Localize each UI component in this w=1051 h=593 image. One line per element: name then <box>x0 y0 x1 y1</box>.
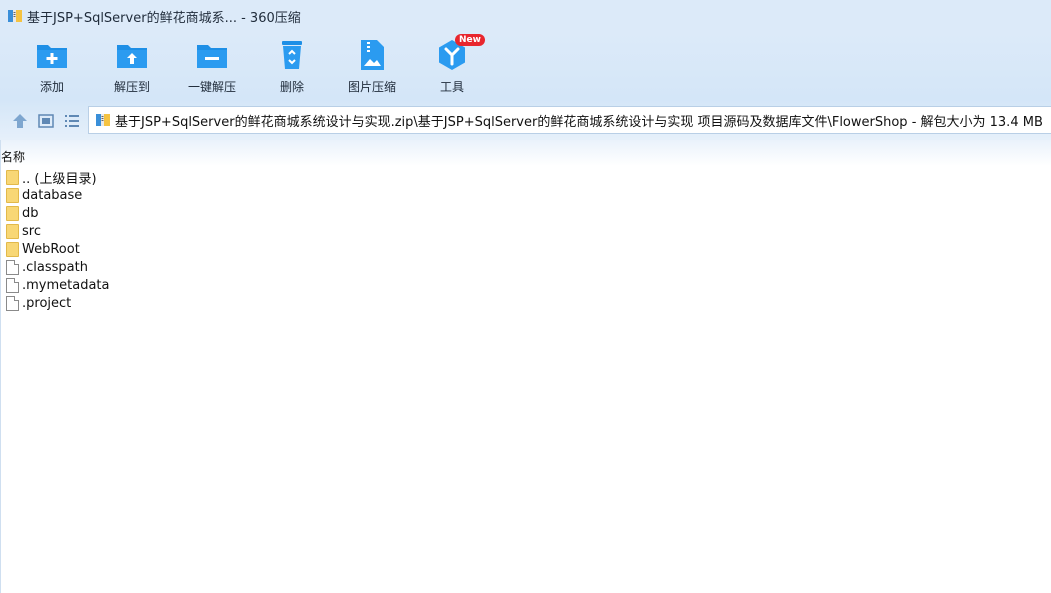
column-header-row: 名称 <box>0 140 1051 166</box>
tools-icon: New <box>435 34 485 72</box>
archive-app-icon <box>7 8 23 24</box>
file-icon <box>6 295 19 311</box>
quick-extract-label: 一键解压 <box>187 80 236 94</box>
title-bar: 基于JSP+SqlServer的鲜花商城系... - 360压缩 <box>0 0 1051 32</box>
folder-icon <box>6 223 19 239</box>
file-name: database <box>22 187 83 203</box>
list-item[interactable]: WebRoot <box>0 240 1051 258</box>
add-button[interactable]: 添加 <box>12 38 92 95</box>
list-item[interactable]: .mymetadata <box>0 276 1051 294</box>
window-title: 基于JSP+SqlServer的鲜花商城系... - 360压缩 <box>27 10 301 26</box>
extract-to-label: 解压到 <box>113 80 150 94</box>
list-item[interactable]: src <box>0 222 1051 240</box>
extract-to-icon <box>115 38 149 72</box>
file-name: .classpath <box>22 259 88 275</box>
tools-button[interactable]: New 工具 <box>412 34 492 95</box>
list-item[interactable]: .classpath <box>0 258 1051 276</box>
list-item[interactable]: db <box>0 204 1051 222</box>
tools-label: 工具 <box>439 80 464 94</box>
address-bar: 基于JSP+SqlServer的鲜花商城系统设计与实现.zip\基于JSP+Sq… <box>0 100 1051 140</box>
list-item[interactable]: database <box>0 186 1051 204</box>
extract-to-button[interactable]: 解压到 <box>92 38 172 95</box>
image-compress-icon <box>355 38 389 72</box>
archive-icon <box>95 112 111 128</box>
delete-button[interactable]: 删除 <box>252 38 332 95</box>
folder-icon <box>6 205 19 221</box>
quick-extract-icon <box>195 38 229 72</box>
quick-extract-button[interactable]: 一键解压 <box>172 38 252 95</box>
file-name: .mymetadata <box>22 277 110 293</box>
image-compress-button[interactable]: 图片压缩 <box>332 38 412 95</box>
folder-icon <box>6 187 19 203</box>
file-name: src <box>22 223 41 239</box>
new-badge: New <box>455 34 485 46</box>
image-compress-label: 图片压缩 <box>347 80 396 94</box>
add-folder-icon <box>35 38 69 72</box>
path-field[interactable]: 基于JSP+SqlServer的鲜花商城系统设计与实现.zip\基于JSP+Sq… <box>88 106 1051 134</box>
main-toolbar: 添加 解压到 一键解压 删除 图片压缩 New 工具 <box>0 32 1051 100</box>
list-item[interactable]: .. (上级目录) <box>0 168 1051 187</box>
list-item[interactable]: .project <box>0 294 1051 312</box>
file-name: db <box>22 205 39 221</box>
file-name: .. (上级目录) <box>22 171 97 187</box>
column-header-name[interactable]: 名称 <box>1 148 25 165</box>
up-arrow-icon[interactable] <box>11 112 29 130</box>
path-text: 基于JSP+SqlServer的鲜花商城系统设计与实现.zip\基于JSP+Sq… <box>115 114 1043 130</box>
folder-icon <box>6 241 19 257</box>
file-icon <box>6 277 19 293</box>
recycle-bin-icon <box>275 38 309 72</box>
add-label: 添加 <box>39 80 64 94</box>
file-name: WebRoot <box>22 241 80 257</box>
file-icon <box>6 259 19 275</box>
delete-label: 删除 <box>279 80 304 94</box>
file-list: .. (上级目录) database db src WebRoot .class… <box>0 168 1051 312</box>
list-view-icon[interactable] <box>63 112 81 130</box>
file-name: .project <box>22 295 72 311</box>
folder-icon <box>6 169 19 185</box>
thumbnail-view-icon[interactable] <box>37 112 55 130</box>
